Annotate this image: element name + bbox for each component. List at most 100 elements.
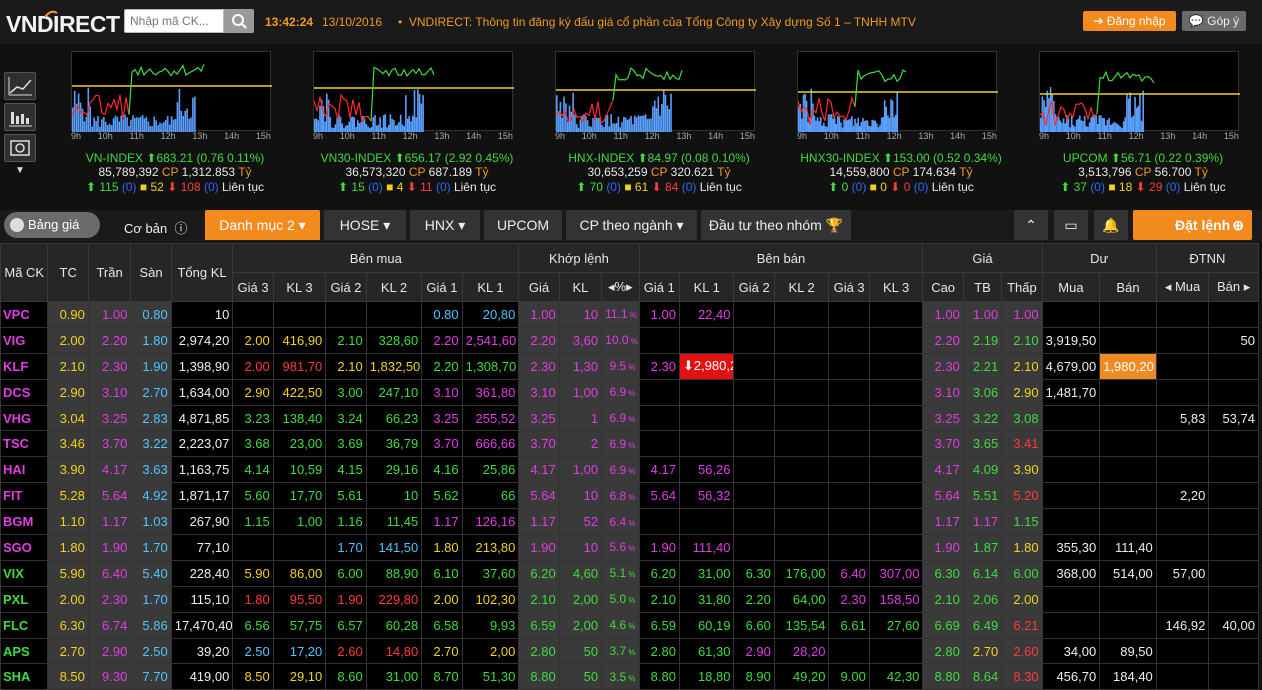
col-ask-price-1[interactable]: Giá 1 — [638, 272, 680, 302]
symbol-search-input[interactable] — [124, 9, 224, 33]
news-ticker[interactable]: • VNDIRECT: Thông tin đăng ký đấu giá cổ… — [398, 15, 916, 29]
tab-watchlist-2[interactable]: Danh mục 2 ▾ — [205, 210, 320, 240]
index-value: 56.71 — [1120, 151, 1152, 165]
symbol-cell[interactable]: DCS — [0, 378, 49, 406]
col-floor[interactable]: Sàn — [130, 243, 172, 302]
logo-swoosh-icon — [44, 10, 58, 18]
table-row[interactable]: TSC 3.46 3.70 3.22 2,223,07 3.68 23,00 3.69 36,7… — [0, 430, 1259, 458]
volume-bar — [829, 114, 831, 132]
table-row[interactable]: FIT 5.28 5.64 4.92 1,871,17 5.60 17,70 5.61 10 5.… — [0, 482, 1259, 510]
board-body: VPC 0.90 1.00 0.80 10 0.80 20,80 1.00 10 11.1 % 1.… — [0, 301, 1259, 690]
price-board-toggle[interactable]: Bảng giá — [4, 212, 100, 238]
symbol-cell[interactable]: BGM — [0, 508, 49, 536]
alert-button[interactable]: 🔔 — [1094, 210, 1128, 240]
col-ceiling[interactable]: Trần — [87, 243, 132, 302]
table-row[interactable]: DCS 2.90 3.10 2.70 1,634,00 2.90 422,50 3.00 247… — [0, 378, 1259, 406]
bid-price-2-cell: 6.00 — [325, 559, 367, 587]
table-row[interactable]: BGM 1.10 1.17 1.03 267,90 1.15 1,00 1.16 11,45 1.… — [0, 508, 1259, 536]
vndirect-logo[interactable]: VNDIRECT — [6, 5, 120, 39]
col-bid-vol-2[interactable]: KL 2 — [365, 272, 423, 302]
symbol-cell[interactable]: PXL — [0, 585, 49, 613]
symbol-cell[interactable]: SGO — [0, 534, 49, 561]
symbol-cell[interactable]: APS — [0, 637, 49, 665]
ask-vol-2-cell — [773, 301, 830, 328]
index-panel[interactable]: 9h 10h 11h 12h 13h 14h 15h VN30-INDEX ⬆656.17 … — [297, 44, 537, 204]
tab-upcom[interactable]: UPCOM — [484, 210, 562, 240]
index-mini-chart — [555, 51, 756, 132]
symbol-cell[interactable]: VHG — [0, 404, 49, 432]
collapse-button[interactable]: ⌃ — [1014, 210, 1048, 240]
line-chart-tool[interactable] — [4, 72, 36, 100]
col-total-volume[interactable]: Tổng KL — [170, 243, 234, 302]
col-remaining-ask[interactable]: Bán — [1099, 272, 1157, 302]
index-panel[interactable]: 9h 10h 11h 12h 13h 14h 15h HNX30-INDEX ⬆153.00… — [781, 44, 1021, 204]
match-pct-cell: 6.9 % — [601, 456, 640, 484]
col-low[interactable]: Thấp — [1001, 272, 1043, 302]
col-ask-vol-1[interactable]: KL 1 — [678, 272, 735, 302]
index-panel[interactable]: 9h 10h 11h 12h 13h 14h 15h HNX-INDEX ⬆84.97 (0… — [539, 44, 779, 204]
col-bid-price-1[interactable]: Giá 1 — [421, 272, 463, 302]
table-row[interactable]: VPC 0.90 1.00 0.80 10 0.80 20,80 1.00 10 11.1 % 1.… — [0, 301, 1259, 328]
col-reference[interactable]: TC — [47, 243, 89, 302]
index-panel[interactable]: 9h 10h 11h 12h 13h 14h 15h UPCOM ⬆56.71 (0.22 … — [1023, 44, 1262, 204]
col-bid-price-3[interactable]: Giá 3 — [232, 272, 274, 302]
tools-dropdown-icon[interactable]: ▼ — [4, 165, 36, 176]
col-match-vol[interactable]: KL — [558, 272, 603, 302]
index-panel[interactable]: 9h 10h 11h 12h 13h 14h 15h VN-INDEX ⬆683.21 (0… — [55, 44, 295, 204]
table-row[interactable]: VHG 3.04 3.25 2.83 4,871,85 3.23 138,40 3.24 66,… — [0, 404, 1259, 432]
symbol-cell[interactable]: SHA — [0, 663, 49, 690]
place-order-button[interactable]: Đặt lệnh ⊕ — [1133, 210, 1252, 240]
search-button[interactable] — [224, 9, 254, 33]
volume-bar — [838, 117, 841, 132]
table-row[interactable]: SHA 8.50 9.30 7.70 419,00 8.50 29,10 8.60 31,00 8… — [0, 663, 1259, 690]
bid-vol-3-cell: 95,50 — [272, 585, 327, 613]
table-row[interactable]: PXL 2.00 2.30 1.70 115,10 1.80 95,50 1.90 229,80… — [0, 585, 1259, 613]
symbol-cell[interactable]: KLF — [0, 352, 49, 380]
col-match-price[interactable]: Giá — [518, 272, 560, 302]
image-chart-tool[interactable] — [4, 134, 36, 162]
foreign-buy-cell — [1155, 585, 1210, 613]
symbol-cell[interactable]: FLC — [0, 611, 49, 639]
symbol-cell[interactable]: VIG — [0, 326, 49, 354]
symbol-cell[interactable]: TSC — [0, 430, 49, 458]
symbol-cell[interactable]: FIT — [0, 482, 49, 510]
volume-bar — [561, 117, 563, 132]
tab-sector[interactable]: CP theo ngành ▾ — [566, 210, 697, 240]
match-price-cell: 2.80 — [518, 637, 560, 665]
symbol-cell[interactable]: VIX — [0, 559, 49, 587]
table-row[interactable]: SGO 1.80 1.90 1.70 77,10 1.70 141,50 1.80 213,80… — [0, 534, 1259, 561]
index-value: 656.17 — [404, 151, 442, 165]
col-bid-price-2[interactable]: Giá 2 — [325, 272, 367, 302]
tab-hose[interactable]: HOSE ▾ — [324, 210, 406, 240]
table-row[interactable]: APS 2.70 2.90 2.50 39,20 2.50 17,20 2.60 14,80 2.… — [0, 637, 1259, 665]
table-row[interactable]: FLC 6.30 6.74 5.86 17,470,40 6.56 57,75 6.57 60,… — [0, 611, 1259, 639]
col-average[interactable]: TB — [962, 272, 1003, 302]
table-row[interactable]: VIG 2.00 2.20 1.80 2,974,20 2.00 416,90 2.10 328… — [0, 326, 1259, 354]
table-row[interactable]: KLF 2.10 2.30 1.90 1,398,90 2.00 981,70 2.10 1,8… — [0, 352, 1259, 380]
table-row[interactable]: VIX 5.90 6.40 5.40 228,40 5.90 86,00 6.00 88,90 6… — [0, 559, 1259, 587]
tab-hnx[interactable]: HNX ▾ — [410, 210, 480, 240]
col-ask-vol-2[interactable]: KL 2 — [773, 272, 830, 302]
symbol-cell[interactable]: HAI — [0, 456, 49, 484]
col-ask-vol-3[interactable]: KL 3 — [868, 272, 924, 302]
col-bid-vol-3[interactable]: KL 3 — [272, 272, 327, 302]
login-button[interactable]: ➔ Đăng nhập — [1083, 11, 1176, 31]
col-ask-price-3[interactable]: Giá 3 — [828, 272, 870, 302]
remaining-bid-cell: 4,679,00 — [1041, 352, 1101, 380]
table-row[interactable]: HAI 3.90 4.17 3.63 1,163,75 4.14 10,59 4.15 29,1… — [0, 456, 1259, 484]
col-bid-vol-1[interactable]: KL 1 — [461, 272, 520, 302]
col-foreign-sell[interactable]: Bán ▸ — [1208, 272, 1259, 302]
foreign-buy-cell: 57,00 — [1155, 559, 1210, 587]
feedback-button[interactable]: 💬 Góp ý — [1182, 11, 1246, 31]
col-foreign-buy[interactable]: ◂ Mua — [1155, 272, 1210, 302]
col-remaining-bid[interactable]: Mua — [1041, 272, 1101, 302]
tab-invest-group[interactable]: Đầu tư theo nhóm 🏆 — [701, 210, 851, 240]
display-button[interactable]: ▭ — [1054, 210, 1088, 240]
symbol-cell[interactable]: VPC — [0, 301, 49, 328]
col-match-pct[interactable]: ◂%▸ — [601, 272, 640, 302]
col-symbol[interactable]: Mã CK — [0, 243, 49, 302]
col-ask-price-2[interactable]: Giá 2 — [733, 272, 775, 302]
basic-view-toggle[interactable]: Cơ bản ⓘ — [124, 218, 187, 237]
col-high[interactable]: Cao — [922, 272, 964, 302]
bar-chart-tool[interactable] — [4, 103, 36, 131]
